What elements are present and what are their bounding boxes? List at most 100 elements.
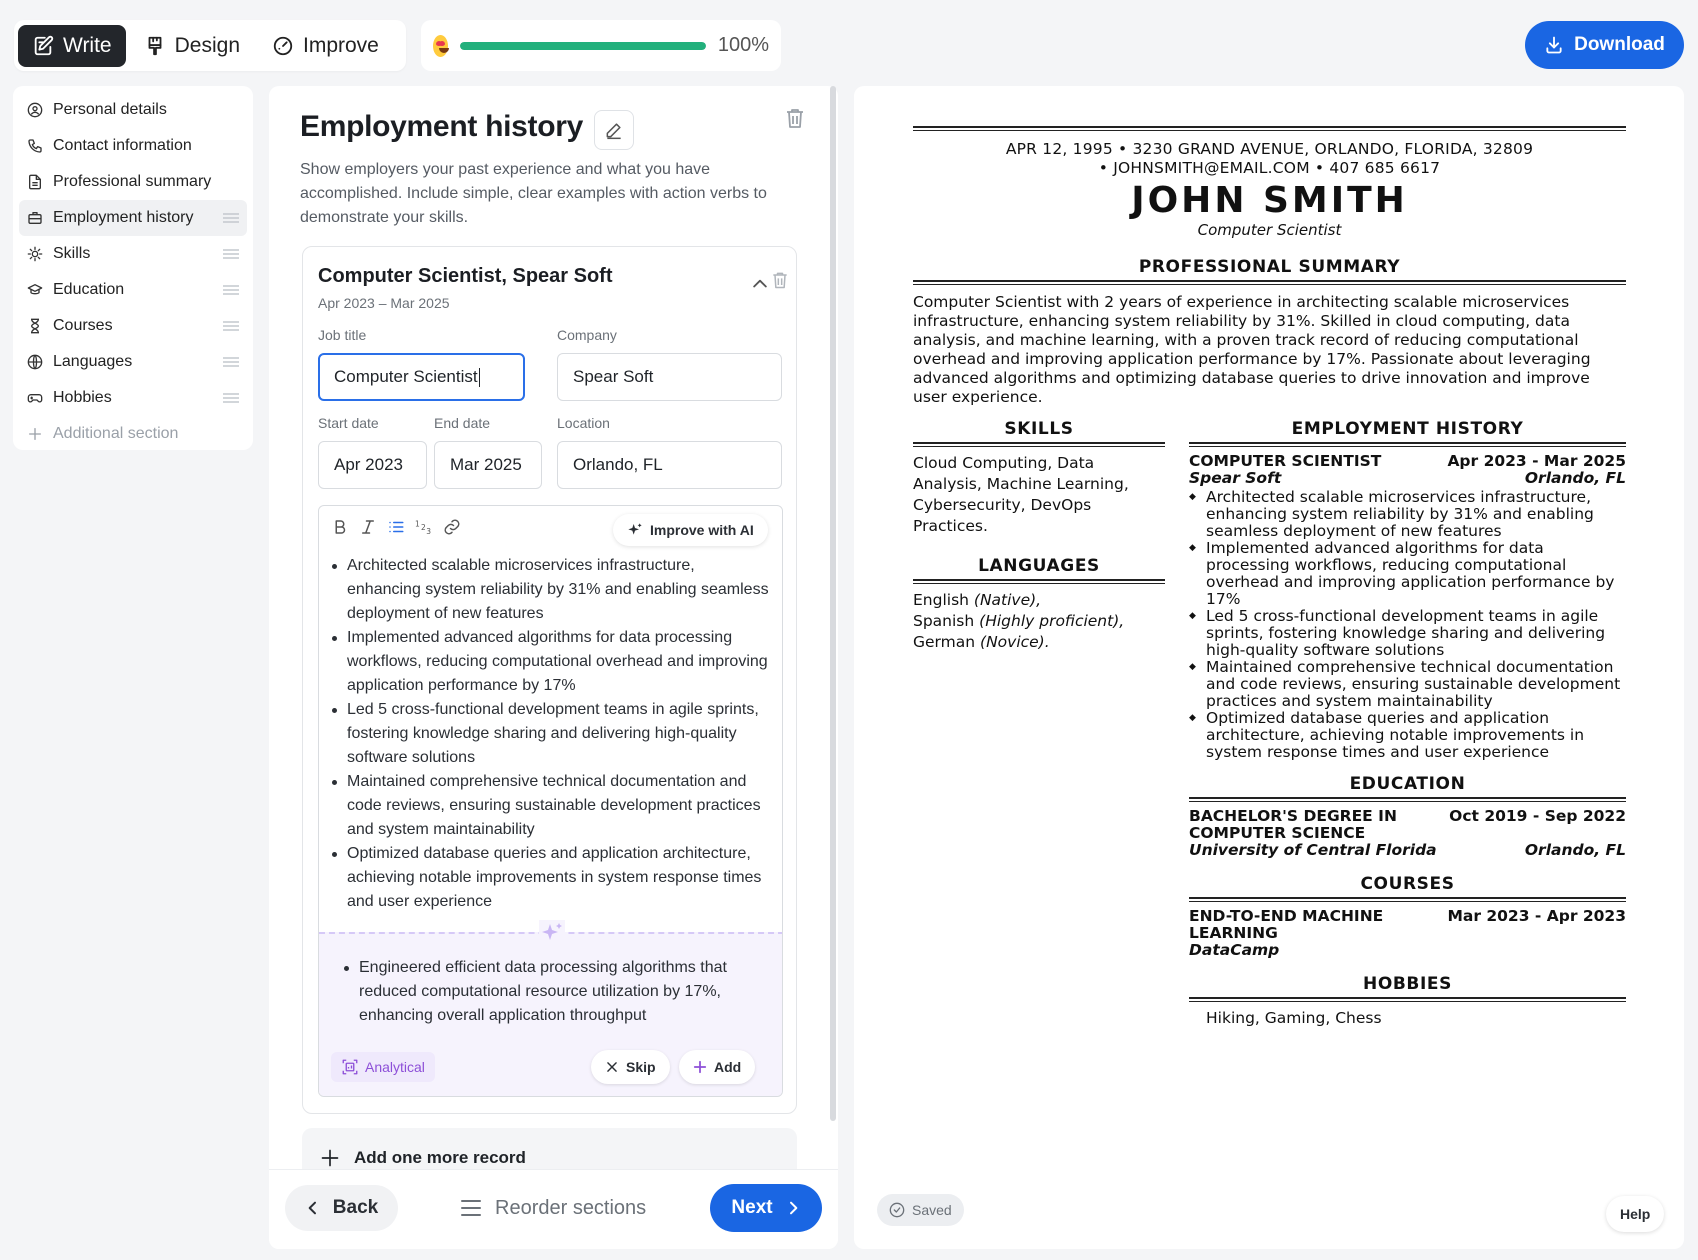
languages-heading: LANGUAGES <box>978 556 1100 576</box>
svg-text:3: 3 <box>426 527 431 536</box>
delete-section-trash-icon[interactable] <box>783 106 807 130</box>
download-button[interactable]: Download <box>1525 21 1684 69</box>
sidebar-item-label: Contact information <box>53 137 192 154</box>
drag-handle-icon[interactable] <box>223 212 239 224</box>
sidebar-item-professional-summary[interactable]: Professional summary <box>19 164 247 200</box>
briefcase-icon <box>28 212 42 224</box>
plus-icon <box>29 428 41 440</box>
drag-handle-icon[interactable] <box>223 356 239 368</box>
italic-icon[interactable] <box>359 518 377 536</box>
job-title-value: Computer Scientist <box>334 367 478 386</box>
employment-record: Computer Scientist, Spear Soft Apr 2023 … <box>302 246 797 1114</box>
drag-handle-icon[interactable] <box>223 320 239 332</box>
back-button[interactable]: Back <box>285 1185 398 1231</box>
bold-icon[interactable] <box>331 518 349 536</box>
skills-heading: SKILLS <box>1004 419 1074 439</box>
sidebar-item-contact-information[interactable]: Contact information <box>19 128 247 164</box>
education-heading: EDUCATION <box>1349 774 1466 794</box>
skip-suggestion-button[interactable]: Skip <box>591 1050 670 1084</box>
sidebar-item-skills[interactable]: Skills <box>19 236 247 272</box>
help-button[interactable]: Help <box>1606 1196 1665 1232</box>
sidebar-item-employment-history[interactable]: Employment history <box>19 200 247 236</box>
list-item: Maintained comprehensive technical docum… <box>1189 659 1626 710</box>
tab-improve[interactable]: Improve <box>258 25 393 67</box>
numbered-list-icon[interactable]: 123 <box>415 518 433 536</box>
list-item: Led 5 cross-functional development teams… <box>329 698 769 770</box>
user-circle-icon <box>27 102 43 118</box>
sidebar-item-courses[interactable]: Courses <box>19 308 247 344</box>
sidebar-item-hobbies[interactable]: Hobbies <box>19 380 247 416</box>
hobbies-text: Hiking, Gaming, Chess <box>1206 1009 1382 1027</box>
sidebar-item-education[interactable]: Education <box>19 272 247 308</box>
reorder-label: Reorder sections <box>495 1196 647 1219</box>
chevron-up-icon[interactable] <box>750 274 770 294</box>
company-input[interactable]: Spear Soft <box>557 353 782 401</box>
hourglass-icon <box>30 318 39 334</box>
add-record-label: Add one more record <box>354 1148 526 1167</box>
tab-label: Design <box>174 33 240 57</box>
progress-bar-fill <box>459 41 706 50</box>
sidebar-item-label: Professional summary <box>53 173 212 190</box>
rename-section-button[interactable] <box>594 110 634 150</box>
svg-text:1: 1 <box>415 519 420 528</box>
delete-record-trash-icon[interactable] <box>770 270 790 290</box>
sidebar-item-label: Skills <box>53 245 91 262</box>
link-icon[interactable] <box>443 518 461 536</box>
resume-preview: APR 12, 1995 • 3230 GRAND AVENUE, ORLAND… <box>854 86 1684 1249</box>
section-title: Employment history <box>300 110 583 143</box>
location-input[interactable]: Orlando, FL <box>557 441 782 489</box>
add-label: Add <box>714 1059 742 1075</box>
next-button[interactable]: Next <box>710 1184 822 1232</box>
saved-label: Saved <box>912 1202 952 1218</box>
right-column: EMPLOYMENT HISTORY COMPUTER SCIENTIST Ap… <box>1189 419 1626 1029</box>
drag-handle-icon[interactable] <box>223 284 239 296</box>
additional-section-label: Additional section <box>53 425 179 442</box>
editor-panel: Employment history Show employers your p… <box>269 86 838 1249</box>
gauge-icon <box>273 36 293 55</box>
job-title-input[interactable]: Computer Scientist <box>318 353 525 401</box>
sidebar-item-label: Employment history <box>53 209 194 226</box>
mode-tabs: Write Design Improve <box>14 20 406 71</box>
job-entry-sub: Spear Soft Orlando, FL <box>1189 470 1626 487</box>
contact-email-phone: • JOHNSMITH@EMAIL.COM • 407 685 6617 <box>1098 159 1441 177</box>
drag-handle-icon[interactable] <box>223 248 239 260</box>
sidebar-item-personal-details[interactable]: Personal details <box>19 92 247 128</box>
company-value: Spear Soft <box>573 367 654 386</box>
add-additional-section[interactable]: Additional section <box>19 416 247 452</box>
language-name: Spanish <box>913 612 975 630</box>
improve-with-ai-button[interactable]: Improve with AI <box>613 514 768 546</box>
end-date-input[interactable]: Mar 2025 <box>434 441 542 489</box>
progress-bar <box>459 41 706 50</box>
description-editor[interactable]: 123 Improve with AI Architected scalable… <box>318 505 783 1097</box>
record-title: Computer Scientist, Spear Soft <box>318 265 613 287</box>
back-label: Back <box>332 1197 379 1218</box>
course-dates: Mar 2023 - Apr 2023 <box>1447 907 1626 925</box>
start-date-input[interactable]: Apr 2023 <box>318 441 427 489</box>
sparkle-icon <box>27 246 43 262</box>
language-name: German <box>913 633 976 651</box>
section-sidebar: Personal details Contact information Pro… <box>13 86 253 450</box>
tab-label: Improve <box>303 33 379 57</box>
reorder-lines-icon <box>461 1200 481 1216</box>
reorder-sections-button[interactable]: Reorder sections <box>459 1185 646 1231</box>
description-bullets: Architected scalable microservices infra… <box>329 554 769 914</box>
add-suggestion-button[interactable]: Add <box>679 1050 756 1084</box>
resume-columns: SKILLS Cloud Computing, Data Analysis, M… <box>913 419 1626 1029</box>
drag-handle-icon[interactable] <box>223 392 239 404</box>
tab-write[interactable]: Write <box>18 24 126 67</box>
editor-scrollbar[interactable] <box>830 86 836 1121</box>
courses-heading: COURSES <box>1360 874 1455 894</box>
end-date-value: Mar 2025 <box>450 455 522 474</box>
tab-design[interactable]: Design <box>130 25 254 67</box>
sidebar-item-label: Personal details <box>53 101 167 118</box>
gamepad-icon <box>27 394 43 403</box>
sidebar-item-languages[interactable]: Languages <box>19 344 247 380</box>
bullet-list-icon[interactable] <box>387 518 405 536</box>
sidebar-item-label: Courses <box>53 317 113 334</box>
languages-list: English (Native), Spanish (Highly profic… <box>913 590 1165 653</box>
skills-text: Cloud Computing, Data Analysis, Machine … <box>913 454 1129 535</box>
divider <box>1189 997 1626 1002</box>
record-dates: Apr 2023 – Mar 2025 <box>318 295 450 311</box>
list-item: Optimized database queries and applicati… <box>329 842 769 914</box>
contact-line: APR 12, 1995 • 3230 GRAND AVENUE, ORLAND… <box>913 140 1626 178</box>
